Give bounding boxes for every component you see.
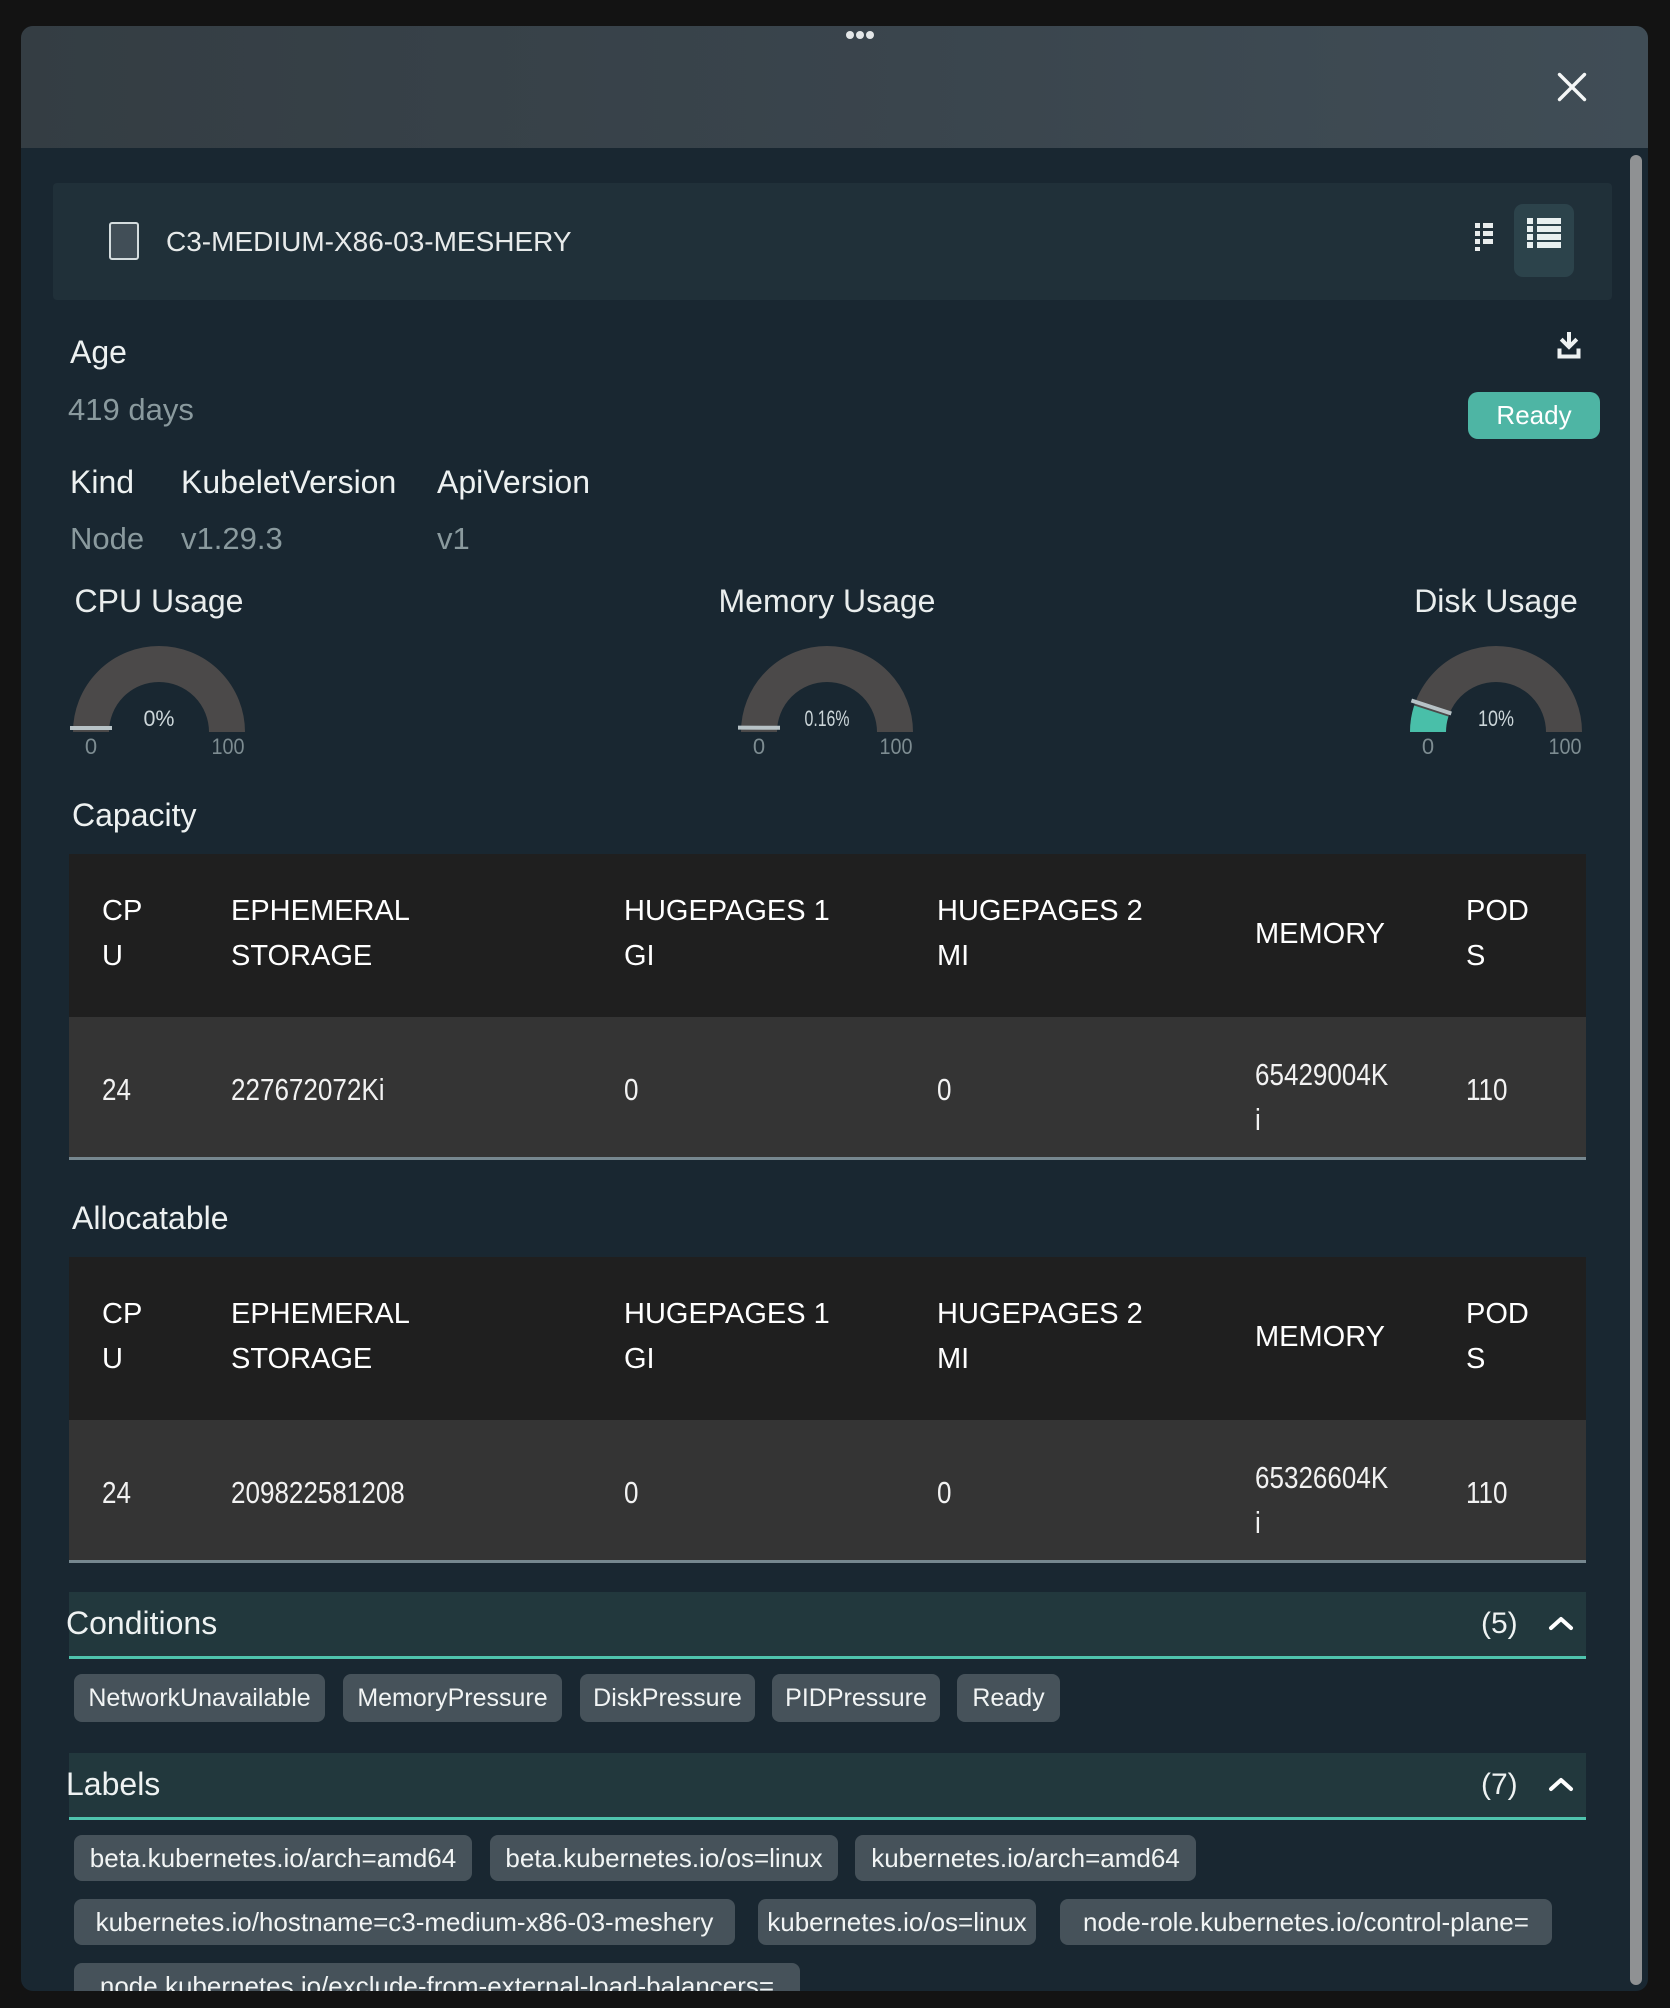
svg-text:100: 100 bbox=[1549, 734, 1582, 758]
svg-text:0: 0 bbox=[1422, 734, 1434, 758]
svg-text:0: 0 bbox=[85, 734, 97, 758]
svg-text:0.16%: 0.16% bbox=[805, 706, 850, 731]
svg-text:0%: 0% bbox=[144, 706, 175, 731]
svg-text:100: 100 bbox=[212, 734, 245, 758]
svg-text:100: 100 bbox=[880, 734, 913, 758]
svg-text:0: 0 bbox=[753, 734, 765, 758]
svg-text:10%: 10% bbox=[1478, 706, 1514, 731]
